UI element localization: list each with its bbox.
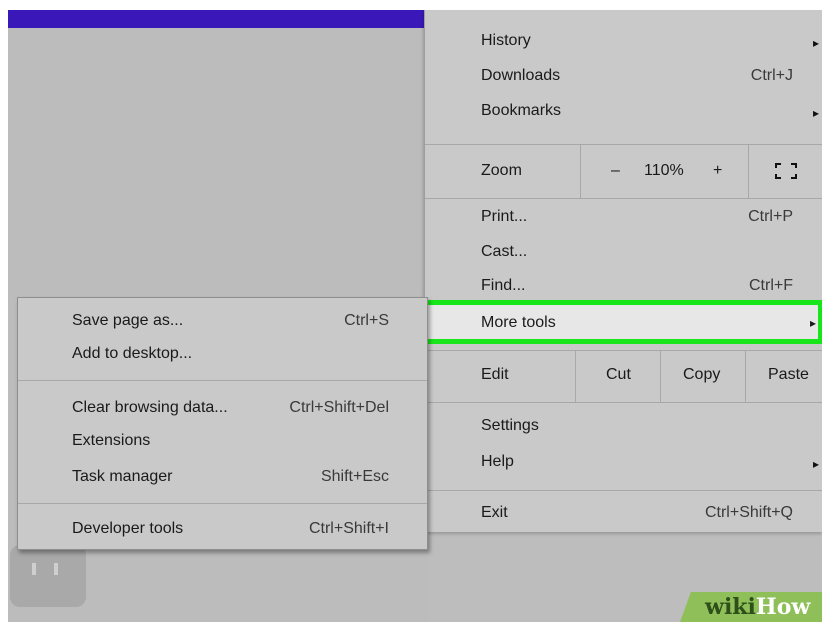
menu-item-label: Exit bbox=[481, 504, 508, 521]
menu-item-bookmarks[interactable]: Bookmarks ▸ bbox=[425, 102, 822, 126]
menu-divider bbox=[425, 402, 822, 403]
menu-item-label: Print... bbox=[481, 208, 528, 225]
menu-item-help[interactable]: Help ▸ bbox=[425, 453, 822, 477]
shortcut-label: Ctrl+S bbox=[344, 312, 389, 329]
zoom-label: Zoom bbox=[481, 162, 522, 179]
submenu-item-task-manager[interactable]: Task manager Shift+Esc bbox=[18, 468, 427, 492]
submenu-divider bbox=[18, 503, 427, 504]
paste-button[interactable]: Paste bbox=[745, 350, 822, 402]
zoom-in-button[interactable]: + bbox=[713, 162, 722, 180]
submenu-item-label: Save page as... bbox=[72, 312, 184, 329]
shortcut-label: Shift+Esc bbox=[320, 468, 389, 485]
submenu-arrow-icon: ▸ bbox=[812, 457, 819, 471]
zoom-controls: – 110% + bbox=[580, 144, 749, 198]
submenu-arrow-icon: ▸ bbox=[809, 316, 816, 330]
menu-item-print[interactable]: Print... Ctrl+P bbox=[425, 208, 822, 232]
submenu-item-label: Developer tools bbox=[72, 520, 184, 537]
page-header-bar bbox=[8, 10, 424, 28]
shortcut-label: Ctrl+F bbox=[749, 277, 793, 294]
menu-item-label: Find... bbox=[481, 277, 526, 294]
menu-divider bbox=[425, 198, 822, 199]
submenu-item-label: Clear browsing data... bbox=[72, 399, 228, 416]
menu-item-exit[interactable]: Exit Ctrl+Shift+Q bbox=[425, 504, 822, 528]
shortcut-label: Ctrl+Shift+Q bbox=[704, 504, 793, 521]
background-app-icon bbox=[10, 545, 86, 607]
fullscreen-icon bbox=[775, 163, 797, 179]
submenu-item-label: Task manager bbox=[72, 468, 173, 485]
menu-item-history[interactable]: History ▸ bbox=[425, 32, 822, 56]
zoom-out-button[interactable]: – bbox=[611, 162, 620, 180]
submenu-item-clear-browsing-data[interactable]: Clear browsing data... Ctrl+Shift+Del bbox=[18, 399, 427, 423]
menu-item-cast[interactable]: Cast... bbox=[425, 243, 822, 267]
menu-item-find[interactable]: Find... Ctrl+F bbox=[425, 277, 822, 299]
submenu-arrow-icon: ▸ bbox=[812, 36, 819, 50]
more-tools-submenu: Save page as... Ctrl+S Add to desktop...… bbox=[17, 297, 428, 550]
shortcut-label: Ctrl+J bbox=[750, 67, 793, 84]
watermark-how: How bbox=[755, 594, 811, 620]
cut-label: Cut bbox=[606, 366, 631, 383]
chrome-main-menu: History ▸ Downloads Ctrl+J Bookmarks ▸ Z… bbox=[421, 10, 822, 532]
edit-row: Edit Cut Copy Paste bbox=[425, 350, 822, 402]
copy-label: Copy bbox=[683, 366, 721, 383]
submenu-divider bbox=[18, 380, 427, 381]
shortcut-label: Ctrl+P bbox=[748, 208, 793, 225]
menu-item-label: History bbox=[481, 32, 531, 49]
submenu-item-label: Add to desktop... bbox=[72, 345, 193, 362]
watermark-wiki: wiki bbox=[705, 594, 756, 620]
copy-button[interactable]: Copy bbox=[660, 350, 746, 402]
submenu-item-developer-tools[interactable]: Developer tools Ctrl+Shift+I bbox=[18, 520, 427, 544]
menu-item-label: More tools bbox=[481, 314, 556, 331]
wikihow-watermark: wikiHow bbox=[705, 594, 810, 620]
submenu-arrow-icon: ▸ bbox=[812, 106, 819, 120]
menu-item-more-tools[interactable]: More tools ▸ bbox=[421, 300, 822, 344]
menu-item-label: Bookmarks bbox=[481, 102, 562, 119]
submenu-item-save-page[interactable]: Save page as... Ctrl+S bbox=[18, 312, 427, 336]
menu-item-label: Help bbox=[481, 453, 514, 470]
menu-divider bbox=[425, 490, 822, 491]
cut-button[interactable]: Cut bbox=[575, 350, 661, 402]
shortcut-label: Ctrl+Shift+Del bbox=[289, 399, 389, 416]
menu-item-downloads[interactable]: Downloads Ctrl+J bbox=[425, 67, 822, 91]
zoom-level: 110% bbox=[644, 162, 684, 179]
submenu-item-add-to-desktop[interactable]: Add to desktop... bbox=[18, 345, 427, 369]
submenu-item-label: Extensions bbox=[72, 432, 151, 449]
image-border-left bbox=[0, 0, 8, 622]
submenu-item-extensions[interactable]: Extensions bbox=[18, 432, 427, 456]
app-icon-eye bbox=[54, 563, 58, 575]
edit-label: Edit bbox=[481, 366, 509, 383]
paste-label: Paste bbox=[768, 366, 809, 383]
app-icon-eye bbox=[32, 563, 36, 575]
menu-item-label: Cast... bbox=[481, 243, 528, 260]
zoom-row: Zoom – 110% + bbox=[425, 144, 822, 198]
fullscreen-button[interactable] bbox=[748, 144, 822, 198]
image-border-top bbox=[0, 0, 822, 10]
shortcut-label: Ctrl+Shift+I bbox=[308, 520, 389, 537]
menu-item-settings[interactable]: Settings bbox=[425, 417, 822, 441]
menu-item-label: Settings bbox=[481, 417, 539, 434]
menu-item-label: Downloads bbox=[481, 67, 561, 84]
